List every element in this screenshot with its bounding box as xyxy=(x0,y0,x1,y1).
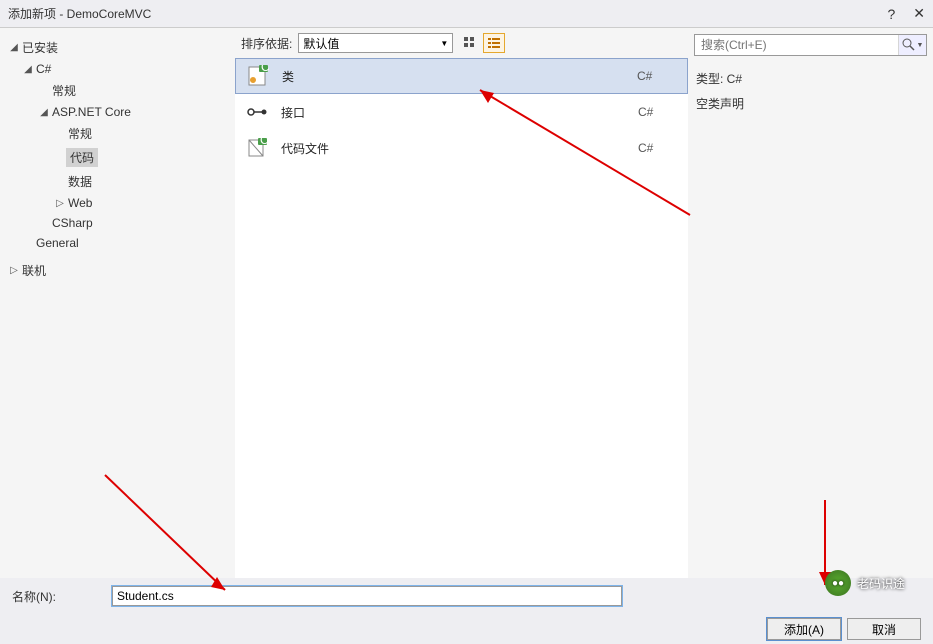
template-row-interface[interactable]: 接口 C# xyxy=(235,94,688,130)
window-controls: ? ✕ xyxy=(887,5,925,22)
chevron-right-icon: ▷ xyxy=(8,265,20,276)
tree-csharp[interactable]: ◢ C# xyxy=(4,59,231,79)
chevron-down-icon: ◢ xyxy=(8,42,20,53)
tree-aspnet[interactable]: ◢ ASP.NET Core xyxy=(4,102,231,122)
name-label: 名称(N): xyxy=(12,588,112,605)
view-details-button[interactable] xyxy=(483,33,505,53)
view-small-icons-button[interactable] xyxy=(459,33,481,53)
tree-online[interactable]: ▷ 联机 xyxy=(4,259,231,282)
chevron-right-icon: ▷ xyxy=(54,198,66,209)
chevron-down-icon: ▼ xyxy=(440,39,448,48)
template-type: 类型: C# xyxy=(694,66,927,91)
tree-general-cn[interactable]: 常规 xyxy=(4,79,231,102)
name-row: 名称(N): xyxy=(12,586,921,606)
sort-dropdown[interactable]: 默认值 ▼ xyxy=(298,33,453,53)
watermark: ●● 老码识途 xyxy=(825,570,905,596)
right-panel: ▼ 类型: C# 空类声明 xyxy=(688,28,933,578)
template-lang: C# xyxy=(638,141,678,155)
search-button[interactable]: ▼ xyxy=(898,35,926,55)
tree-aspnet-web[interactable]: ▷ Web xyxy=(4,193,231,213)
close-button[interactable]: ✕ xyxy=(913,5,925,22)
template-list: C# 类 C# 接口 C# C# 代码文件 C# xyxy=(235,58,688,578)
chevron-down-icon: ▼ xyxy=(917,42,924,49)
help-button[interactable]: ? xyxy=(887,6,895,22)
template-row-class[interactable]: C# 类 C# xyxy=(235,58,688,94)
tree-aspnet-general[interactable]: 常规 xyxy=(4,122,231,145)
template-lang: C# xyxy=(637,69,677,83)
filename-input[interactable] xyxy=(112,586,622,606)
view-toggle xyxy=(459,33,505,53)
watermark-text: 老码识途 xyxy=(857,575,905,592)
chevron-down-icon: ◢ xyxy=(38,107,50,118)
template-name: 代码文件 xyxy=(281,140,638,157)
bottom-panel: 名称(N): 添加(A) 取消 xyxy=(0,578,933,644)
titlebar: 添加新项 - DemoCoreMVC ? ✕ xyxy=(0,0,933,28)
interface-icon xyxy=(245,100,269,124)
svg-text:C#: C# xyxy=(260,137,268,147)
tree-aspnet-data[interactable]: 数据 xyxy=(4,170,231,193)
template-name: 接口 xyxy=(281,104,638,121)
class-icon: C# xyxy=(246,64,270,88)
chevron-down-icon: ◢ xyxy=(22,64,34,75)
cancel-button[interactable]: 取消 xyxy=(847,618,921,640)
svg-text:C#: C# xyxy=(261,65,269,74)
button-row: 添加(A) 取消 xyxy=(12,618,921,640)
tree-installed[interactable]: ◢ 已安装 xyxy=(4,36,231,59)
template-row-codefile[interactable]: C# 代码文件 C# xyxy=(235,130,688,166)
template-name: 类 xyxy=(282,68,637,85)
tree-csharp-node[interactable]: CSharp xyxy=(4,213,231,233)
main-area: ◢ 已安装 ◢ C# 常规 ◢ ASP.NET Core 常规 代码 数据 ▷ xyxy=(0,28,933,578)
toolbar: 排序依据: 默认值 ▼ xyxy=(235,28,688,58)
center-panel: 排序依据: 默认值 ▼ C# 类 C# xyxy=(235,28,688,578)
tree-general-en[interactable]: General xyxy=(4,233,231,253)
sort-label: 排序依据: xyxy=(241,35,292,52)
search-input[interactable] xyxy=(695,35,898,55)
codefile-icon: C# xyxy=(245,136,269,160)
window-title: 添加新项 - DemoCoreMVC xyxy=(8,5,887,22)
grid-icon xyxy=(463,36,477,50)
list-icon xyxy=(487,36,501,50)
add-button[interactable]: 添加(A) xyxy=(767,618,841,640)
search-icon xyxy=(902,38,916,52)
tree-aspnet-code[interactable]: 代码 xyxy=(4,145,231,170)
template-lang: C# xyxy=(638,105,678,119)
template-description: 空类声明 xyxy=(694,91,927,116)
category-tree: ◢ 已安装 ◢ C# 常规 ◢ ASP.NET Core 常规 代码 数据 ▷ xyxy=(0,28,235,578)
search-box: ▼ xyxy=(694,34,927,56)
wechat-icon: ●● xyxy=(825,570,851,596)
